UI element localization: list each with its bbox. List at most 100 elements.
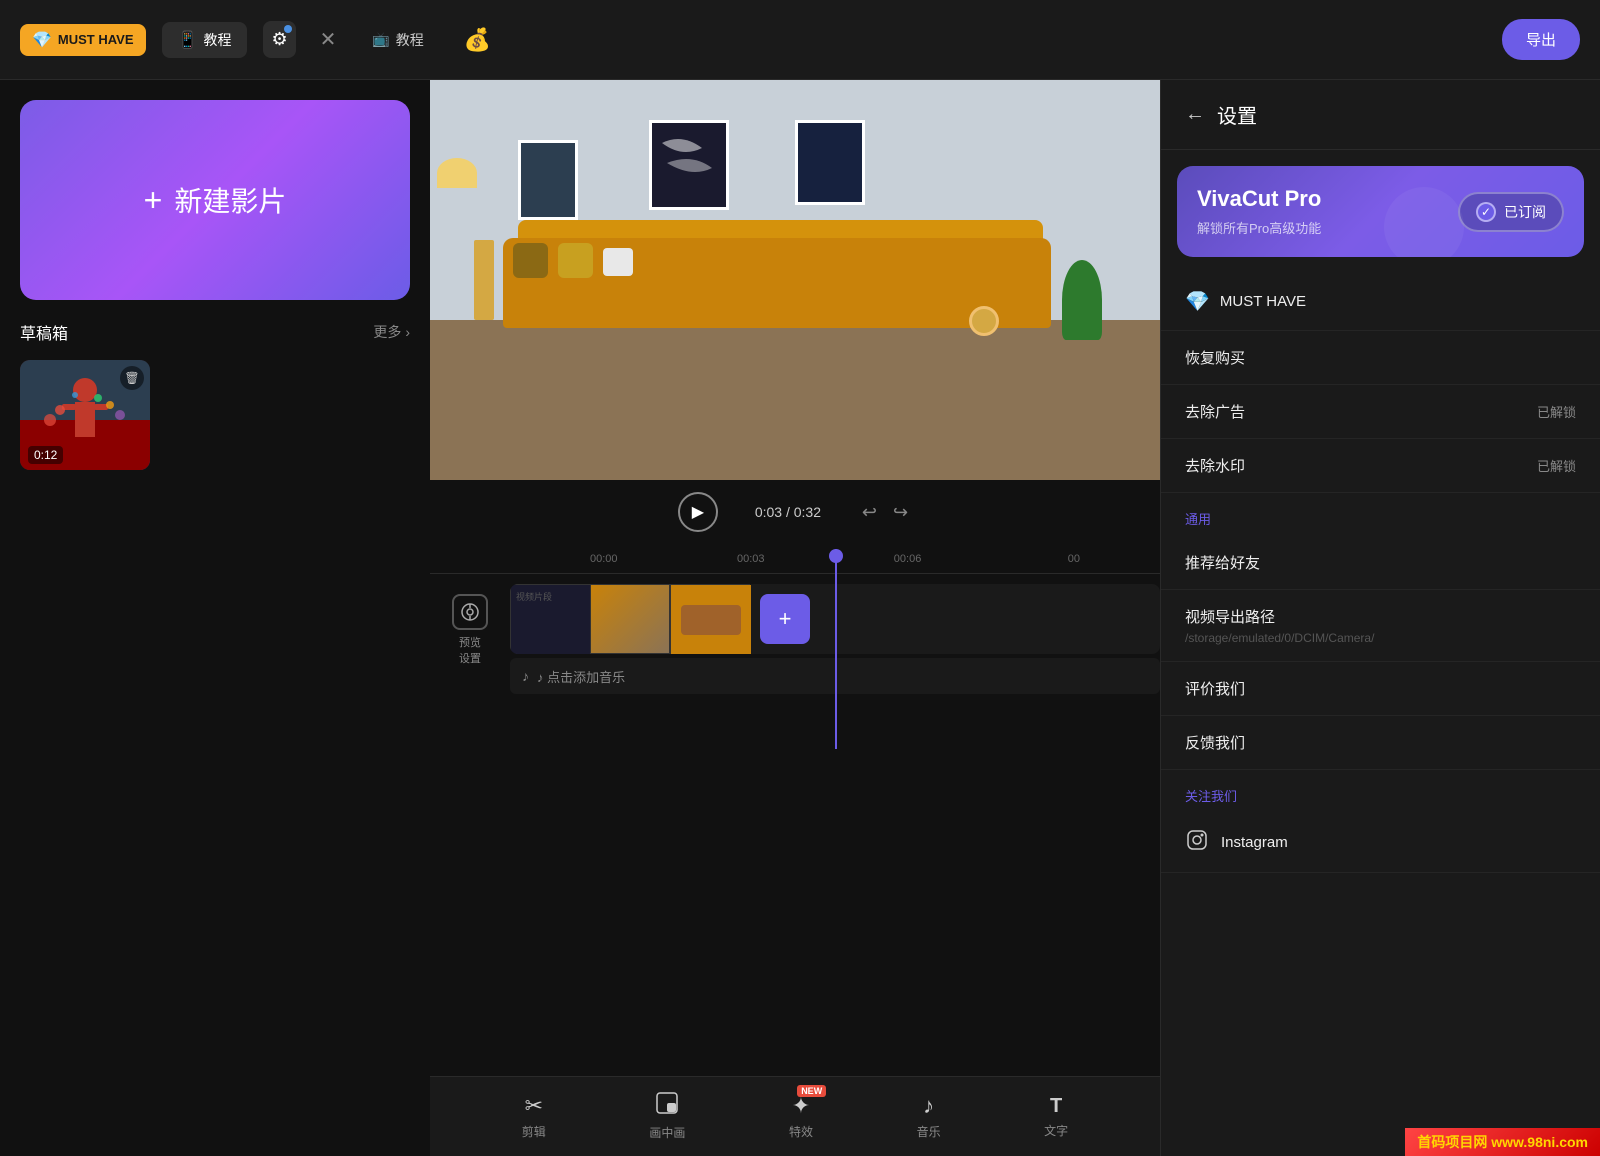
remove-ads-label: 去除广告 bbox=[1185, 401, 1245, 422]
timeline-left-tools: 预览设置 bbox=[430, 584, 510, 1066]
undo-button[interactable]: ↩ bbox=[858, 498, 881, 527]
draft-delete-button[interactable]: 🗑 bbox=[120, 366, 144, 390]
check-circle-icon: ✓ bbox=[1476, 202, 1496, 222]
must-have-label: MUST HAVE bbox=[58, 32, 134, 47]
room-picture-3 bbox=[795, 120, 865, 205]
play-icon: ▶ bbox=[692, 502, 704, 522]
tab-tutorial[interactable]: 📺 教程 bbox=[360, 22, 435, 58]
close-button[interactable]: ✕ bbox=[312, 19, 345, 60]
tool-cut[interactable]: ✂ 剪辑 bbox=[506, 1085, 562, 1148]
playhead bbox=[835, 549, 837, 749]
redo-button[interactable]: ↪ bbox=[889, 498, 912, 527]
bottom-toolbar: ✂ 剪辑 画中画 ✦ NEW bbox=[430, 1076, 1160, 1156]
preview-tool[interactable]: 预览设置 bbox=[452, 594, 488, 666]
must-have-settings-label: MUST HAVE bbox=[1220, 293, 1306, 310]
clip-thumb-2 bbox=[590, 584, 670, 654]
pro-card-left: VivaCut Pro 解锁所有Pro高级功能 bbox=[1197, 186, 1321, 237]
remove-watermark-left: 去除水印 bbox=[1185, 455, 1245, 476]
ruler-mark-3: 00:06 bbox=[894, 553, 922, 565]
pip-icon bbox=[656, 1092, 678, 1120]
must-have-badge[interactable]: 💎 MUST HAVE bbox=[20, 24, 146, 56]
subscribed-label: 已订阅 bbox=[1504, 202, 1546, 222]
pip-label: 画中画 bbox=[649, 1124, 685, 1141]
must-have-gem-icon: 💎 bbox=[1185, 289, 1210, 314]
restore-left: 恢复购买 bbox=[1185, 347, 1245, 368]
watermark: 首码项目网 www.98ni.com bbox=[1405, 1128, 1600, 1156]
text-icon: T bbox=[1050, 1095, 1062, 1118]
remove-watermark-value: 已解锁 bbox=[1537, 456, 1576, 475]
rate-label: 评价我们 bbox=[1185, 678, 1245, 699]
preview-label: 预览设置 bbox=[459, 634, 481, 666]
instagram-label: Instagram bbox=[1221, 834, 1288, 851]
text-label: 文字 bbox=[1044, 1122, 1068, 1139]
subscribed-badge: ✓ 已订阅 bbox=[1458, 192, 1564, 232]
settings-item-export-path[interactable]: 视频导出路径 /storage/emulated/0/DCIM/Camera/ bbox=[1161, 590, 1600, 662]
timeline-area: ▶ 0:03 / 0:32 ↩ ↪ bbox=[430, 480, 1160, 1156]
tool-effects[interactable]: ✦ NEW 特效 bbox=[773, 1085, 829, 1148]
pro-decoration bbox=[1384, 187, 1464, 257]
gem-icon: 💎 bbox=[32, 30, 52, 50]
new-project-text: + 新建影片 bbox=[144, 180, 287, 220]
settings-item-recommend[interactable]: 推荐给好友 bbox=[1161, 536, 1600, 590]
settings-item-instagram[interactable]: Instagram bbox=[1161, 813, 1600, 873]
remove-watermark-label: 去除水印 bbox=[1185, 455, 1245, 476]
rate-left: 评价我们 bbox=[1185, 678, 1245, 699]
play-button[interactable]: ▶ bbox=[678, 492, 718, 532]
plus-icon: + bbox=[144, 182, 163, 219]
must-have-row[interactable]: 💎 MUST HAVE bbox=[1161, 273, 1600, 331]
settings-button[interactable]: ⚙ bbox=[263, 21, 295, 58]
settings-title: 设置 bbox=[1217, 100, 1257, 129]
draft-thumbnail[interactable]: 0:12 🗑 bbox=[20, 360, 150, 470]
tool-music[interactable]: ♪ 音乐 bbox=[901, 1085, 957, 1148]
recommend-left: 推荐给好友 bbox=[1185, 552, 1260, 573]
export-path-label: 视频导出路径 bbox=[1185, 606, 1275, 627]
recommend-label: 推荐给好友 bbox=[1185, 552, 1260, 573]
time-separator: / bbox=[786, 504, 794, 520]
settings-item-remove-ads[interactable]: 去除广告 已解锁 bbox=[1161, 385, 1600, 439]
screen-icon: 📱 bbox=[178, 30, 198, 50]
plant bbox=[1062, 260, 1102, 340]
more-button[interactable]: 更多 › bbox=[373, 322, 410, 342]
restore-label: 恢复购买 bbox=[1185, 347, 1245, 368]
export-label: 导出 bbox=[1526, 32, 1556, 49]
draft-duration: 0:12 bbox=[28, 446, 63, 464]
timeline-ruler: 00:00 00:03 00:06 00 bbox=[430, 544, 1160, 574]
feedback-label: 反馈我们 bbox=[1185, 732, 1245, 753]
instagram-icon bbox=[1185, 829, 1209, 856]
new-project-card[interactable]: + 新建影片 bbox=[20, 100, 410, 300]
room-picture-2 bbox=[649, 120, 729, 210]
tutorial-btn-1[interactable]: 📱 教程 bbox=[162, 22, 248, 58]
settings-item-restore[interactable]: 恢复购买 bbox=[1161, 331, 1600, 385]
room-floor bbox=[430, 320, 1160, 480]
time-current: 0:03 bbox=[755, 504, 782, 520]
ruler-mark-4: 00 bbox=[1068, 553, 1080, 565]
settings-dot bbox=[284, 25, 292, 33]
tutorial-label-1: 教程 bbox=[203, 30, 231, 50]
more-label: 更多 bbox=[373, 322, 401, 342]
tab-gem[interactable]: 💰 bbox=[452, 19, 503, 61]
settings-header: ← 设置 bbox=[1161, 80, 1600, 150]
pro-card[interactable]: VivaCut Pro 解锁所有Pro高级功能 ✓ 已订阅 bbox=[1177, 166, 1584, 257]
tool-pip[interactable]: 画中画 bbox=[633, 1084, 701, 1149]
preview-icon bbox=[452, 594, 488, 630]
add-music-label: ♪ 点击添加音乐 bbox=[537, 667, 625, 686]
add-clip-button[interactable]: + bbox=[760, 594, 810, 644]
timeline-content: 预览设置 视频片段 bbox=[430, 574, 1160, 1076]
undo-icon: ↩ bbox=[862, 502, 877, 522]
drafts-title: 草稿箱 bbox=[20, 320, 68, 344]
settings-item-feedback[interactable]: 反馈我们 bbox=[1161, 716, 1600, 770]
drafts-header: 草稿箱 更多 › bbox=[20, 320, 410, 344]
svg-text:视频片段: 视频片段 bbox=[516, 591, 552, 602]
tool-text[interactable]: T 文字 bbox=[1028, 1087, 1084, 1147]
music-icon: ♪ bbox=[522, 668, 529, 684]
export-button[interactable]: 导出 bbox=[1502, 19, 1580, 60]
settings-item-rate[interactable]: 评价我们 bbox=[1161, 662, 1600, 716]
music-tool-icon: ♪ bbox=[923, 1093, 934, 1119]
time-display: 0:03 / 0:32 bbox=[738, 504, 838, 520]
right-panel: ← 设置 VivaCut Pro 解锁所有Pro高级功能 ✓ 已订阅 💎 MUS… bbox=[1160, 80, 1600, 1156]
settings-item-remove-watermark[interactable]: 去除水印 已解锁 bbox=[1161, 439, 1600, 493]
effects-icon: ✦ NEW bbox=[792, 1093, 810, 1119]
back-button[interactable]: ← bbox=[1185, 103, 1205, 126]
section-general-label: 通用 bbox=[1161, 493, 1600, 536]
feedback-left: 反馈我们 bbox=[1185, 732, 1245, 753]
